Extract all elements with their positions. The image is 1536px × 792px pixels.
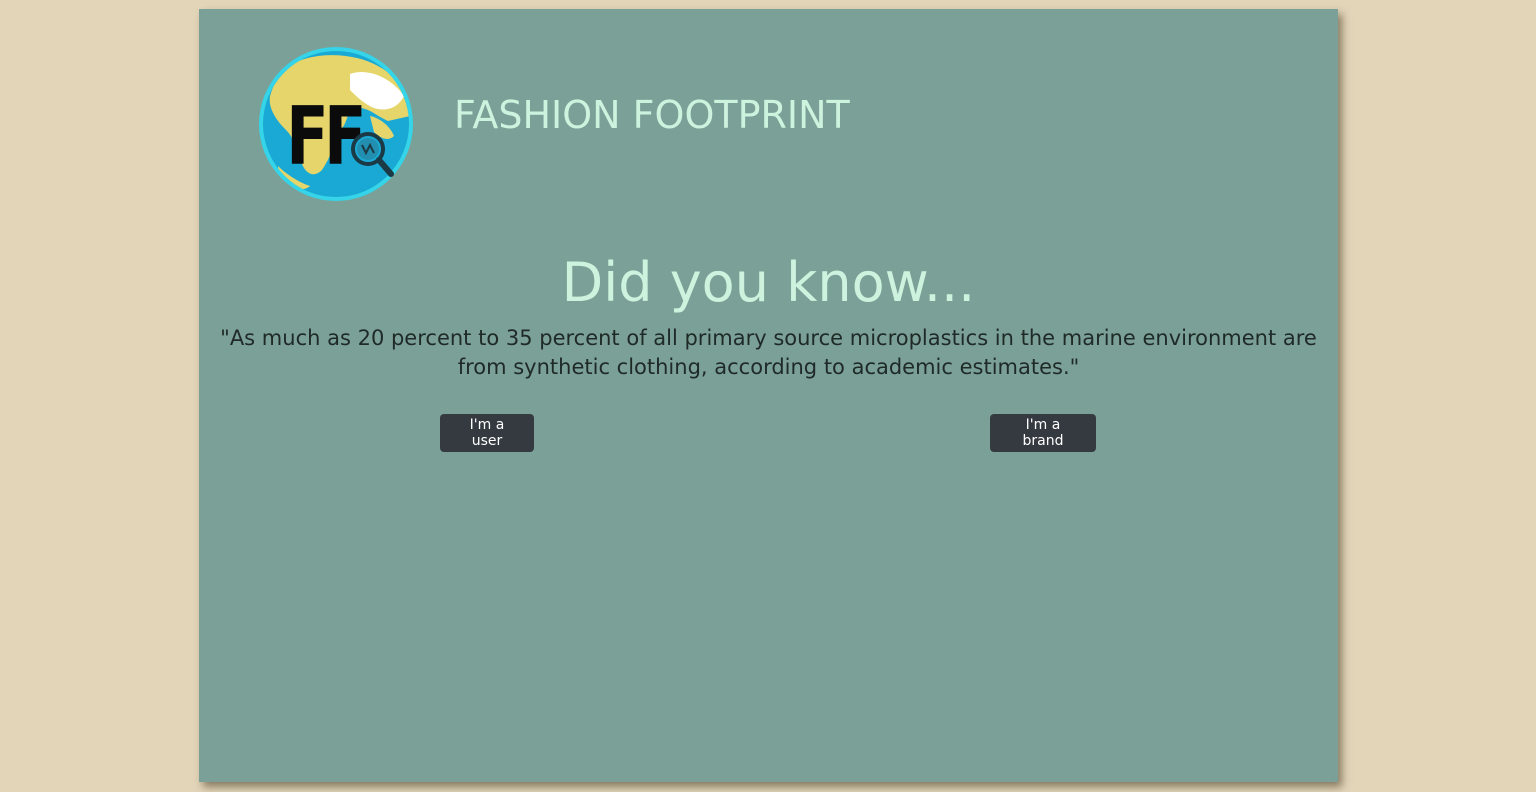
user-button[interactable]: I'm a user [440,414,534,452]
brand-title: FASHION FOOTPRINT [454,93,850,137]
fact-quote: "As much as 20 percent to 35 percent of … [220,326,1317,379]
main-card: FF FASHION FOOTPRINT Did you know... "As… [199,9,1338,782]
did-you-know-heading: Did you know... [561,251,976,314]
brand-button[interactable]: I'm a brand [990,414,1096,452]
svg-text:FF: FF [286,89,362,183]
globe-logo-icon: FF [258,46,414,202]
